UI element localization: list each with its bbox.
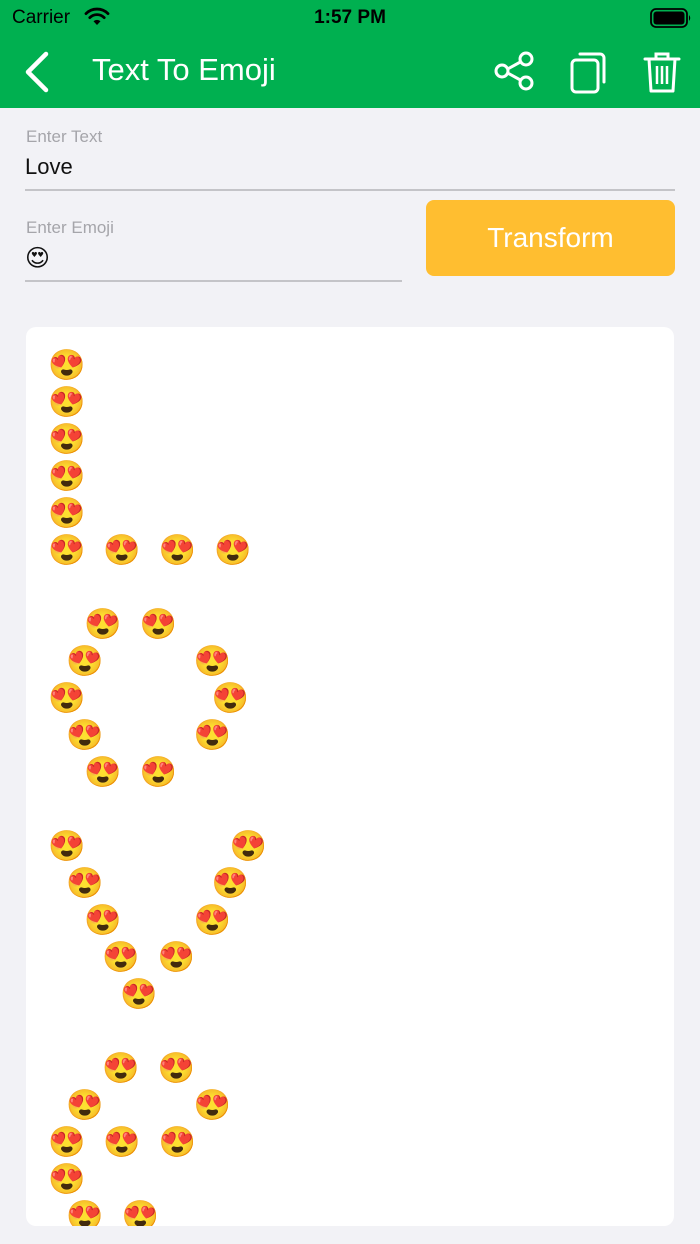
page-title: Text To Emoji bbox=[92, 52, 276, 87]
emoji-input[interactable] bbox=[25, 242, 395, 274]
text-input[interactable] bbox=[25, 152, 665, 182]
emoji-input-underline bbox=[25, 280, 402, 282]
text-input-underline bbox=[25, 189, 675, 191]
delete-button[interactable] bbox=[638, 48, 686, 96]
status-bar: Carrier 1:57 PM bbox=[0, 0, 700, 36]
nav-bar: Text To Emoji bbox=[0, 36, 700, 108]
transform-button[interactable]: Transform bbox=[426, 200, 675, 276]
trash-icon bbox=[643, 52, 681, 93]
share-icon bbox=[494, 51, 534, 91]
chevron-left-icon bbox=[25, 51, 49, 93]
status-time: 1:57 PM bbox=[314, 7, 386, 28]
copy-button[interactable] bbox=[564, 48, 612, 96]
share-button[interactable] bbox=[490, 48, 538, 96]
enter-text-label: Enter Text bbox=[26, 127, 103, 146]
back-button[interactable] bbox=[20, 50, 60, 94]
copy-icon bbox=[570, 52, 606, 94]
emoji-art-output: 😍 😍 😍 😍 😍 😍 😍 😍 😍 😍 😍 😍 😍 😍 😍 😍 😍 😍 😍 😍 … bbox=[48, 348, 268, 1226]
enter-emoji-label: Enter Emoji bbox=[26, 218, 114, 237]
battery-icon bbox=[650, 8, 691, 28]
output-card: 😍 😍 😍 😍 😍 😍 😍 😍 😍 😍 😍 😍 😍 😍 😍 😍 😍 😍 😍 😍 … bbox=[26, 327, 674, 1226]
